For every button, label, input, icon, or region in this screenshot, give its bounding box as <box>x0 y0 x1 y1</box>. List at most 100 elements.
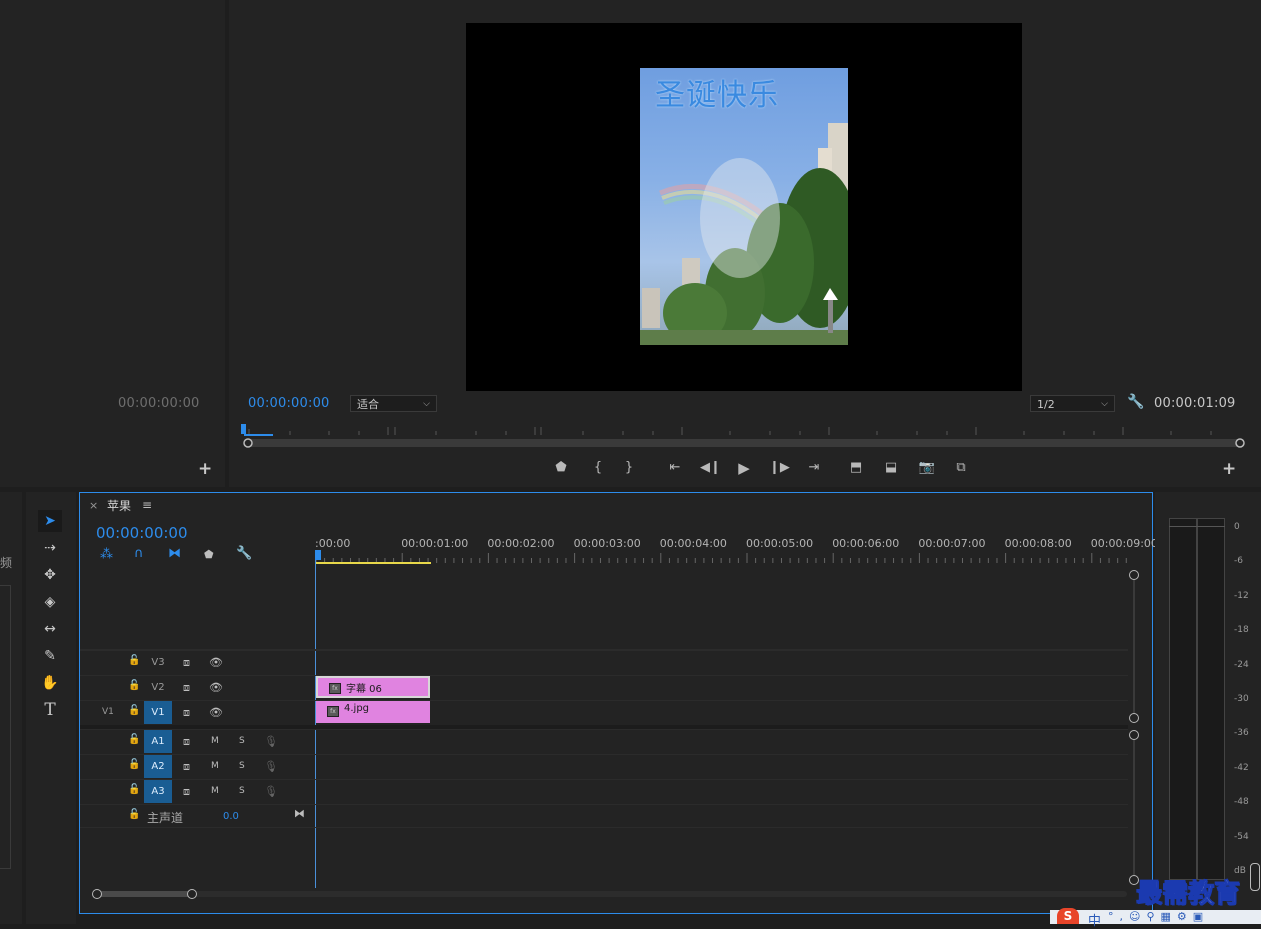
step-forward-icon[interactable]: ❙▶ <box>769 459 790 477</box>
project-panel-label: 频 <box>0 556 13 570</box>
timeline-horizontal-scrollbar[interactable] <box>97 891 1127 897</box>
track-name-v2[interactable]: V2 <box>144 676 172 699</box>
go-to-end-icon[interactable]: ⧓ <box>294 807 305 820</box>
meter-scale-label: -6 <box>1234 556 1243 567</box>
track-select-tool-icon[interactable]: ⇢ <box>38 537 62 559</box>
chevron-down-icon: ⌵ <box>423 399 430 409</box>
scroll-handle[interactable] <box>1129 713 1139 723</box>
selection-tool-icon[interactable]: ➤ <box>38 510 62 532</box>
track-name-v3[interactable]: V3 <box>144 651 172 674</box>
track-name-a2[interactable]: A2 <box>144 755 172 778</box>
zoom-handle-right[interactable] <box>187 889 197 899</box>
solo-button[interactable]: S <box>239 730 245 753</box>
lock-icon[interactable]: 🔓 <box>128 784 140 795</box>
microphone-icon[interactable]: 🎙 <box>264 755 278 778</box>
clip-name: 字幕 06 <box>346 684 382 695</box>
sequence-tab-name[interactable]: 苹果 <box>107 497 131 514</box>
extract-icon[interactable]: ⬓ <box>881 459 901 477</box>
comparison-view-icon[interactable]: ⧉ <box>951 459 971 477</box>
ripple-edit-tool-icon[interactable]: ✥ <box>38 564 62 586</box>
snap-icon[interactable]: ∩ <box>134 546 144 561</box>
mark-in-icon[interactable]: { <box>588 459 608 477</box>
mark-out-icon[interactable]: } <box>619 459 639 477</box>
timeline-close-icon[interactable]: × <box>89 499 98 512</box>
timeline-zoom-range[interactable] <box>97 891 192 897</box>
scroll-handle[interactable] <box>1129 730 1139 740</box>
source-add-button[interactable]: + <box>198 459 212 479</box>
eye-icon[interactable]: 👁 <box>209 676 223 699</box>
timeline-menu-icon[interactable]: ≡ <box>142 498 152 512</box>
sync-lock-icon[interactable]: ⧈ <box>183 701 190 724</box>
type-tool-icon[interactable]: T <box>38 699 62 721</box>
source-monitor-panel <box>0 0 225 487</box>
microphone-icon[interactable]: 🎙 <box>264 730 278 753</box>
audio-meter-peak-bar <box>1169 526 1225 527</box>
clip-name: 4.jpg <box>344 703 370 714</box>
hand-tool-icon[interactable]: ✋ <box>38 672 62 694</box>
nest-toggle-icon[interactable]: ⁂ <box>100 547 113 562</box>
eye-icon[interactable]: 👁 <box>209 651 223 674</box>
meter-scale-label: -24 <box>1234 659 1249 670</box>
sync-lock-icon[interactable]: ⧈ <box>183 651 190 674</box>
timeline-ruler-ticks <box>315 553 1127 564</box>
solo-button[interactable]: S <box>239 780 245 803</box>
source-patch-v1[interactable]: V1 <box>102 707 114 717</box>
pen-tool-icon[interactable]: ✎ <box>38 645 62 667</box>
solo-button[interactable]: S <box>239 755 245 778</box>
lock-icon[interactable]: 🔓 <box>128 734 140 745</box>
slip-tool-icon[interactable]: ↔ <box>38 618 62 640</box>
track-row-a2: 🔓 A2 ⧈ M S 🎙 <box>80 754 1128 778</box>
scroll-handle[interactable] <box>1129 570 1139 580</box>
timeline-timecode[interactable]: 00:00:00:00 <box>96 524 188 542</box>
zoom-handle-left[interactable] <box>92 889 102 899</box>
program-time-ruler[interactable] <box>240 422 1250 450</box>
add-marker-timeline-icon[interactable]: ⬟ <box>204 548 214 561</box>
eye-icon[interactable]: 👁 <box>209 701 223 724</box>
fit-select[interactable]: 适合 ⌵ <box>350 395 437 412</box>
step-back-icon[interactable]: ◀❙ <box>700 459 721 477</box>
lock-icon[interactable]: 🔓 <box>128 655 140 666</box>
audio-meter-solo-button[interactable] <box>1250 863 1260 891</box>
lift-icon[interactable]: ⬒ <box>846 459 866 477</box>
sync-lock-icon[interactable]: ⧈ <box>183 755 190 778</box>
lock-icon[interactable]: 🔓 <box>128 759 140 770</box>
mute-button[interactable]: M <box>211 730 219 753</box>
go-to-out-icon[interactable]: ⇥ <box>804 459 824 477</box>
track-row-v3: 🔓 V3 ⧈ 👁 <box>80 650 1128 674</box>
linked-selection-icon[interactable]: ⧓ <box>168 546 181 561</box>
chevron-down-icon: ⌵ <box>1101 399 1108 409</box>
program-add-button[interactable]: + <box>1222 459 1236 479</box>
lock-icon[interactable]: 🔓 <box>128 705 140 716</box>
razor-tool-icon[interactable]: ◈ <box>38 591 62 613</box>
track-name-a1[interactable]: A1 <box>144 730 172 753</box>
mute-button[interactable]: M <box>211 755 219 778</box>
video-vertical-scrollbar[interactable] <box>1133 575 1135 718</box>
resolution-select[interactable]: 1/2 ⌵ <box>1030 395 1115 412</box>
sync-lock-icon[interactable]: ⧈ <box>183 730 190 753</box>
sync-lock-icon[interactable]: ⧈ <box>183 780 190 803</box>
timeline-settings-wrench-icon[interactable]: 🔧 <box>236 546 252 561</box>
program-timecode[interactable]: 00:00:00:00 <box>248 396 330 411</box>
mute-button[interactable]: M <box>211 780 219 803</box>
timeline-clip-title[interactable]: fx 字幕 06 <box>316 676 430 698</box>
export-frame-icon[interactable]: 📷 <box>917 459 937 477</box>
lock-icon[interactable]: 🔓 <box>128 809 140 820</box>
play-icon[interactable]: ▶ <box>734 459 754 477</box>
meter-scale-label: 0 <box>1234 522 1240 532</box>
ime-language-indicator[interactable]: 中 <box>1088 910 1101 929</box>
track-name-a3[interactable]: A3 <box>144 780 172 803</box>
sogou-ime-icon[interactable]: S <box>1057 908 1079 924</box>
audio-vertical-scrollbar[interactable] <box>1133 735 1135 880</box>
timeline-clip-image[interactable]: fx 4.jpg <box>316 701 430 723</box>
track-name-v1[interactable]: V1 <box>144 701 172 724</box>
settings-wrench-icon[interactable]: 🔧 <box>1127 394 1144 410</box>
sync-lock-icon[interactable]: ⧈ <box>183 676 190 699</box>
timeline-playhead-marker[interactable] <box>315 550 321 560</box>
master-volume-value[interactable]: 0.0 <box>223 811 239 822</box>
meter-scale-label: -48 <box>1234 797 1249 808</box>
microphone-icon[interactable]: 🎙 <box>264 780 278 803</box>
go-to-in-icon[interactable]: ⇤ <box>665 459 685 477</box>
lock-icon[interactable]: 🔓 <box>128 680 140 691</box>
add-marker-icon[interactable]: ⬟ <box>551 459 571 477</box>
ime-tray-icons[interactable]: °,☺⚲▦⚙▣ <box>1108 910 1209 923</box>
